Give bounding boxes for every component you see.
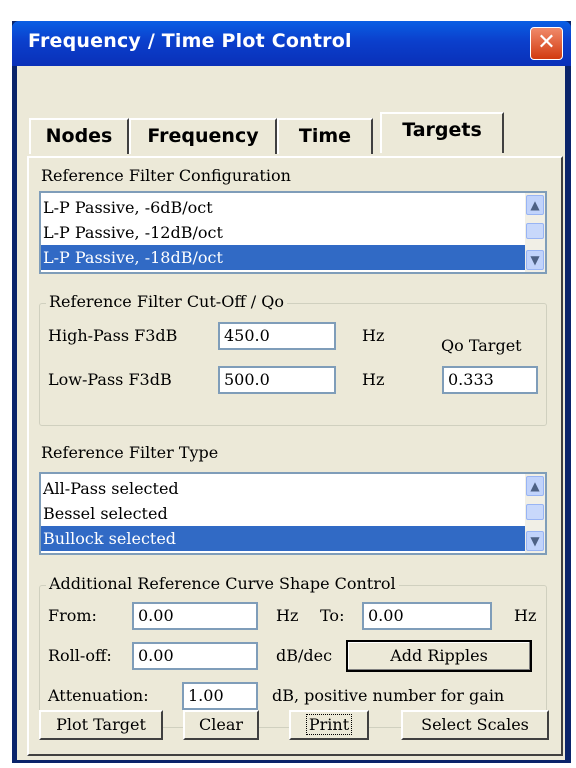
- tab-time[interactable]: Time: [277, 118, 373, 154]
- ref-filter-config-label: Reference Filter Configuration: [41, 166, 291, 185]
- cutoff-group-legend: Reference Filter Cut-Off / Qo: [46, 292, 287, 311]
- attenuation-input[interactable]: 1.00: [182, 682, 258, 710]
- scrollbar[interactable]: ▲ ▼: [525, 193, 545, 272]
- highpass-unit: Hz: [362, 326, 385, 345]
- rolloff-label: Roll-off:: [48, 646, 112, 665]
- shape-control-legend: Additional Reference Curve Shape Control: [46, 574, 399, 593]
- from-label: From:: [48, 606, 97, 625]
- scroll-up-icon[interactable]: ▲: [526, 476, 544, 496]
- scroll-thumb[interactable]: [526, 223, 544, 239]
- shape-control-group: Additional Reference Curve Shape Control…: [39, 574, 547, 728]
- rolloff-input[interactable]: 0.00: [132, 642, 258, 670]
- window-title: Frequency / Time Plot Control: [28, 30, 352, 52]
- title-bar[interactable]: Frequency / Time Plot Control ✕: [12, 21, 571, 66]
- attenuation-unit: dB, positive number for gain: [272, 686, 505, 705]
- ref-filter-type-list[interactable]: All-Pass selected Bessel selected Bulloc…: [39, 472, 547, 555]
- scroll-down-icon[interactable]: ▼: [526, 531, 544, 551]
- close-icon[interactable]: ✕: [530, 27, 563, 60]
- clear-button[interactable]: Clear: [183, 710, 259, 740]
- from-unit: Hz: [276, 606, 299, 625]
- tab-nodes-label: Nodes: [45, 125, 113, 147]
- scrollbar[interactable]: ▲ ▼: [525, 474, 545, 553]
- print-button[interactable]: Print: [289, 710, 369, 740]
- lowpass-label: Low-Pass F3dB: [48, 370, 172, 389]
- lowpass-unit: Hz: [362, 370, 385, 389]
- scroll-thumb[interactable]: [526, 504, 544, 520]
- highpass-f3db-input[interactable]: 450.0: [218, 322, 336, 350]
- ref-filter-config-list[interactable]: L-P Passive, -6dB/oct L-P Passive, -12dB…: [39, 191, 547, 274]
- scroll-up-icon[interactable]: ▲: [526, 195, 544, 215]
- dialog-window: Frequency / Time Plot Control ✕ Nodes Fr…: [12, 21, 571, 763]
- lowpass-f3db-input[interactable]: 500.0: [218, 366, 336, 394]
- list-item[interactable]: L-P Passive, -12dB/oct: [41, 220, 527, 245]
- tab-targets[interactable]: Targets: [380, 112, 504, 153]
- tab-frequency-label: Frequency: [147, 125, 259, 147]
- list-item-selected[interactable]: L-P Passive, -18dB/oct: [41, 245, 527, 270]
- qo-target-label: Qo Target: [441, 336, 522, 355]
- tab-targets-label: Targets: [402, 119, 482, 141]
- targets-panel: Reference Filter Configuration L-P Passi…: [27, 156, 563, 756]
- dialog-client-area: Nodes Frequency Time Targets Reference F…: [17, 66, 565, 760]
- from-input[interactable]: 0.00: [132, 602, 258, 630]
- add-ripples-button[interactable]: Add Ripples: [346, 640, 532, 672]
- list-item[interactable]: All-Pass selected: [41, 476, 527, 501]
- to-label: To:: [320, 606, 345, 625]
- tab-frequency[interactable]: Frequency: [129, 118, 277, 154]
- rolloff-unit: dB/dec: [276, 646, 333, 665]
- tab-time-label: Time: [298, 125, 352, 147]
- list-item[interactable]: Bessel selected: [41, 501, 527, 526]
- highpass-label: High-Pass F3dB: [48, 326, 178, 345]
- list-item[interactable]: L-P Passive, -6dB/oct: [41, 195, 527, 220]
- qo-target-input[interactable]: 0.333: [442, 366, 538, 394]
- attenuation-label: Attenuation:: [48, 686, 149, 705]
- print-button-label: Print: [305, 714, 353, 735]
- to-input[interactable]: 0.00: [362, 602, 492, 630]
- list-item-selected[interactable]: Bullock selected: [41, 526, 527, 551]
- tab-nodes[interactable]: Nodes: [29, 118, 129, 154]
- plot-target-button[interactable]: Plot Target: [39, 710, 163, 740]
- to-unit: Hz: [514, 606, 537, 625]
- cutoff-group: Reference Filter Cut-Off / Qo High-Pass …: [39, 292, 547, 426]
- scroll-down-icon[interactable]: ▼: [526, 250, 544, 270]
- select-scales-button[interactable]: Select Scales: [401, 710, 549, 740]
- ref-filter-type-label: Reference Filter Type: [41, 443, 219, 462]
